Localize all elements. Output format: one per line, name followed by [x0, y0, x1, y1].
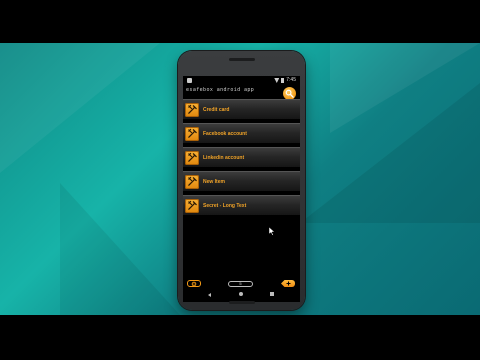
- phone-frame: 7:45 esafebox android app Credit card Fa…: [178, 51, 305, 310]
- top-speaker: [228, 58, 255, 61]
- item-label: Facebook account: [203, 130, 247, 137]
- search-icon: [285, 89, 294, 98]
- tools-icon: [185, 198, 199, 213]
- add-button[interactable]: [281, 280, 295, 287]
- item-list: Credit card Facebook account Linkedin ac…: [183, 99, 300, 219]
- tools-icon: [185, 150, 199, 165]
- list-item[interactable]: Secret - Long Text: [183, 195, 300, 215]
- tools-icon: [185, 126, 199, 141]
- item-label: Secret - Long Text: [203, 202, 247, 209]
- recent-apps-icon[interactable]: [270, 292, 274, 296]
- mouse-cursor-icon: [269, 227, 275, 236]
- item-label: Credit card: [203, 106, 230, 113]
- system-navigation: [183, 290, 300, 300]
- wifi-icon: [274, 78, 280, 83]
- list-item[interactable]: New Item: [183, 171, 300, 191]
- gear-icon: [191, 281, 197, 286]
- page-indicator[interactable]: 5: [228, 281, 253, 287]
- item-label: Linkedin account: [203, 154, 245, 161]
- bottom-speaker: [228, 301, 255, 304]
- app-title: esafebox android app: [186, 87, 255, 93]
- list-item[interactable]: Facebook account: [183, 123, 300, 143]
- bottom-bar: 5: [183, 278, 300, 288]
- list-item[interactable]: Linkedin account: [183, 147, 300, 167]
- phone-screen: 7:45 esafebox android app Credit card Fa…: [183, 76, 300, 302]
- item-label: New Item: [203, 178, 225, 185]
- home-icon[interactable]: [239, 292, 243, 296]
- battery-icon: [281, 78, 285, 83]
- back-icon[interactable]: [208, 293, 211, 297]
- list-item[interactable]: Credit card: [183, 99, 300, 119]
- menu-button[interactable]: [187, 280, 201, 287]
- plus-icon: [286, 281, 290, 286]
- tools-icon: [185, 102, 199, 117]
- status-bar: 7:45: [183, 76, 300, 86]
- tools-icon: [185, 174, 199, 189]
- status-time: 7:45: [286, 77, 296, 83]
- notification-icon: [187, 78, 192, 83]
